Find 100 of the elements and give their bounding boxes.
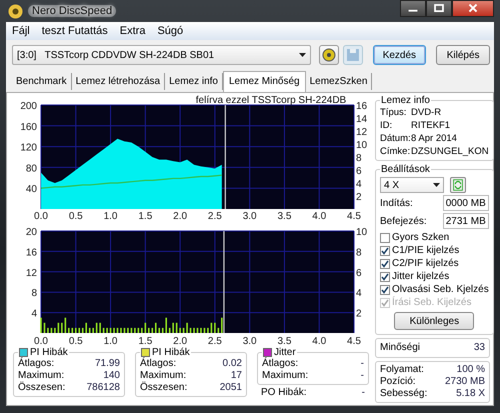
axis-label: 1.5 — [138, 336, 152, 347]
minimize-icon[interactable] — [400, 0, 426, 17]
quality-value: 33 — [474, 341, 485, 355]
axis-label: 3.0 — [242, 336, 257, 347]
axis-label: 2.5 — [208, 211, 222, 221]
axis-label: 4 — [31, 308, 37, 320]
group-title: PI Hibák — [30, 347, 68, 358]
axis-label: 0.5 — [68, 211, 83, 221]
stat-value: 2051 — [220, 382, 242, 394]
exit-button[interactable]: Kilépés — [436, 45, 490, 65]
checkbox-label: C2/PIF kijelzés — [392, 257, 459, 270]
stat-value: 71.99 — [94, 358, 120, 370]
axis-label: 8 — [31, 288, 37, 300]
checkbox-label: C1/PIE kijelzés — [392, 244, 460, 257]
axis-label: 40 — [26, 184, 37, 196]
maximize-icon[interactable] — [426, 0, 452, 17]
axis-label: 6 — [356, 268, 362, 279]
tab[interactable]: LemezSzken — [306, 73, 372, 90]
field-label: Indítás: — [380, 198, 413, 208]
speed-dropdown[interactable]: 4 X — [380, 177, 444, 193]
group-title: Lemez info — [381, 95, 430, 106]
axis-label: 200 — [20, 101, 37, 112]
stat-label: PO Hibák: — [261, 387, 307, 399]
progress-label: Pozíció: — [380, 376, 416, 388]
menu-item[interactable]: Extra — [120, 25, 146, 37]
menu-item[interactable]: Súgó — [157, 25, 184, 37]
axis-label: 1.5 — [138, 211, 152, 221]
checkbox-label: Olvasási Seb. Kjelzés — [392, 283, 489, 296]
axis-label: 14 — [356, 114, 368, 125]
checkbox[interactable] — [380, 284, 390, 294]
tab[interactable]: Lemez Minőség — [223, 71, 306, 92]
axis-label: 80 — [26, 163, 37, 174]
checkbox[interactable] — [380, 246, 390, 256]
stat-value: - — [362, 387, 365, 399]
axis-label: 4 — [356, 179, 362, 190]
axis-label: 4.5 — [347, 336, 361, 347]
axis-label: 6 — [356, 166, 362, 177]
group-title: PI Hibák — [152, 347, 190, 358]
checkbox-label: Írási Seb. Kijelzés — [392, 296, 472, 309]
group-title: Jitter — [274, 347, 296, 358]
stat-label: Maximum: — [262, 370, 308, 382]
drive-dropdown[interactable]: [3:0] TSSTcorp CDDVDW SH-224DB SB01 — [12, 45, 311, 65]
axis-label: 20 — [26, 227, 37, 238]
axis-label: 0.5 — [68, 336, 83, 347]
axis-label: 12 — [356, 127, 368, 138]
axis-label: 16 — [356, 101, 368, 112]
progress-value: 5.18 X — [456, 388, 485, 400]
menu-item[interactable]: teszt Futattás — [42, 25, 108, 37]
start-button[interactable]: Kezdés — [372, 45, 426, 65]
info-value: 8 Apr 2014 — [411, 132, 457, 145]
axis-label: 12 — [26, 268, 37, 279]
stat-value: - — [360, 370, 364, 382]
axis-label: 2 — [356, 192, 362, 203]
axis-label: 3.0 — [242, 211, 257, 221]
stat-label: Maximum: — [140, 370, 186, 382]
info-label: Típus: — [380, 106, 408, 119]
special-button[interactable]: Különleges — [394, 312, 474, 330]
axis-label: 10 — [356, 227, 368, 238]
axis-label: 4.0 — [312, 336, 326, 347]
caret-icon — [298, 53, 306, 57]
progress-label: Folyamat: — [380, 364, 424, 376]
stat-label: Összesen: — [140, 382, 188, 394]
tab[interactable]: Lemez létrehozása — [72, 73, 166, 90]
input-field[interactable]: 2731 MB — [442, 213, 489, 229]
field-label: Befejezés: — [380, 216, 427, 226]
axis-label: 2.0 — [173, 211, 188, 221]
stat-label: Átlagos: — [262, 358, 298, 370]
close-icon[interactable] — [452, 0, 494, 17]
disc-tool-icon[interactable] — [318, 45, 339, 65]
axis-label: 2.5 — [208, 336, 222, 347]
checkbox[interactable] — [380, 258, 390, 268]
progress-value: 100 % — [456, 364, 485, 376]
progress-value: 2730 MB — [444, 376, 485, 388]
axis-label: 1.0 — [104, 211, 118, 221]
axis-label: 2.0 — [173, 336, 188, 347]
stat-label: Átlagos: — [18, 358, 54, 370]
tab[interactable]: Benchmark — [12, 73, 72, 90]
stat-label: Átlagos: — [140, 358, 176, 370]
info-value: DZSUNGEL_KON — [411, 145, 489, 158]
axis-label: 3.5 — [278, 336, 292, 347]
axis-label: 4 — [356, 288, 362, 300]
stat-value: 140 — [103, 370, 120, 382]
refresh-icon[interactable] — [450, 177, 466, 193]
app-icon — [8, 4, 23, 18]
axis-label: 1.0 — [104, 336, 118, 347]
stat-value: - — [360, 358, 364, 370]
menu-item[interactable]: Fájl — [12, 25, 30, 37]
axis-label: 0.0 — [34, 336, 48, 347]
stat-label: Maximum: — [18, 370, 64, 382]
checkbox[interactable] — [380, 232, 390, 242]
stat-value: 17 — [230, 370, 242, 382]
stat-value: 0.02 — [222, 358, 242, 370]
input-field[interactable]: 0000 MB — [442, 195, 489, 211]
checkbox[interactable] — [380, 272, 390, 282]
info-value: DVD-R — [411, 106, 442, 119]
group-title: Beállítások — [381, 164, 430, 175]
axis-label: 120 — [20, 142, 37, 154]
info-label: Dátum: — [380, 132, 408, 145]
axis-label: 3.5 — [278, 211, 292, 221]
stat-value: 786128 — [86, 382, 120, 394]
